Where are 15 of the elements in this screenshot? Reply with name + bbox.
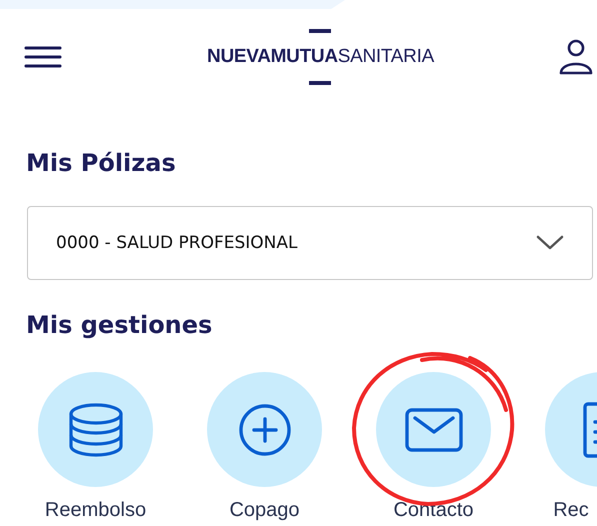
- action-label: Copago: [229, 499, 300, 522]
- mail-icon: [404, 408, 462, 452]
- plus-circle-icon: [238, 402, 292, 456]
- action-label: Reembolso: [44, 499, 146, 522]
- action-button[interactable]: [376, 372, 491, 487]
- policy-dropdown[interactable]: 0000 - SALUD PROFESIONAL: [27, 206, 593, 280]
- section-title: Mis gestiones: [26, 310, 214, 340]
- user-icon[interactable]: [558, 39, 593, 75]
- section-title: Mis Pólizas: [26, 148, 177, 178]
- logo: NUEVAMUTUASANITARIA: [207, 29, 434, 85]
- menu-icon[interactable]: [24, 45, 62, 69]
- coins-icon: [68, 402, 124, 458]
- action-label: Rec: [553, 499, 589, 522]
- chevron-down-icon: [536, 235, 564, 251]
- action-label: Contacto: [393, 499, 474, 522]
